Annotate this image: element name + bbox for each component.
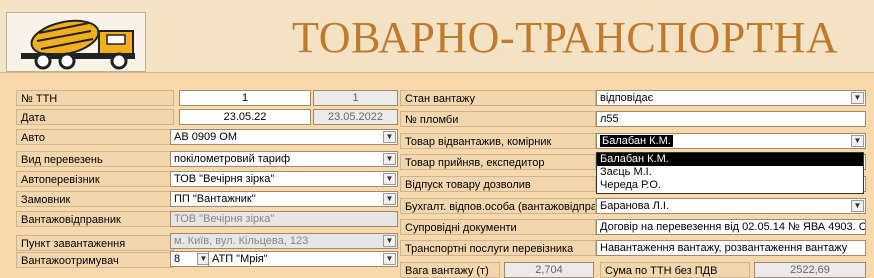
date-value-readonly: 23.05.2022 (313, 109, 398, 125)
docs-input[interactable]: Договір на перевезення від 02.05.14 № ЯВ… (596, 219, 866, 235)
weight-label: Вага вантажу (т) (400, 262, 500, 278)
receiver-label: Вантажоотримувач (16, 252, 174, 268)
date-label: Дата (16, 109, 174, 125)
accountant-label: Бухгалт. відпов.особа (вантажовідпра (400, 198, 596, 214)
cargo-state-label: Стан вантажу (400, 90, 596, 106)
receiver-value: АТП "Мрія" (212, 253, 268, 265)
shipped-by-value: Балабан К.М. (600, 135, 673, 147)
receiver-select[interactable]: АТП "Мрія" ▼ (208, 251, 398, 267)
transport-type-select[interactable]: покілометровий тариф ▼ (170, 151, 398, 167)
customer-select[interactable]: ПП "Вантажник" ▼ (170, 191, 398, 207)
sum-label: Сума по ТТН без ПДВ (600, 262, 750, 278)
load-point-value: м. Київ, вул. Кільцева, 123 (174, 235, 309, 247)
sum-value: 2522,69 (754, 262, 866, 278)
accepted-by-label: Товар прийняв, експедитор (400, 154, 596, 170)
auto-label: Авто (16, 129, 174, 145)
docs-label: Супровідні документи (400, 219, 596, 235)
auto-value: АВ 0909 ОМ (174, 131, 237, 143)
chevron-down-icon[interactable]: ▼ (383, 193, 396, 205)
chevron-down-icon[interactable]: ▼ (383, 153, 396, 165)
dropdown-option-2[interactable]: Заєць М.І. (597, 166, 863, 179)
chevron-down-icon[interactable]: ▼ (383, 131, 396, 143)
chevron-down-icon[interactable]: ▼ (383, 235, 396, 247)
shipped-by-select[interactable]: Балабан К.М. ▼ (596, 133, 866, 149)
dropdown-option-3[interactable]: Череда Р.О. (597, 179, 863, 192)
customer-label: Замовник (16, 191, 174, 207)
services-label: Транспортні послуги перевізника (400, 240, 596, 256)
auto-select[interactable]: АВ 0909 ОМ ▼ (170, 129, 398, 145)
transport-type-value: покілометровий тариф (174, 153, 291, 165)
carrier-label: Автоперевізник (16, 171, 174, 187)
shipped-by-label: Товар відвантажив, комірник (400, 133, 596, 149)
seal-label: № пломби (400, 111, 596, 127)
ttn-label: № ТТН (16, 90, 174, 106)
load-point-label: Пункт завантаження (16, 235, 174, 251)
chevron-down-icon[interactable]: ▼ (851, 200, 864, 212)
receiver-code-select[interactable]: 8 ▼ (170, 251, 212, 267)
receiver-code: 8 (174, 253, 181, 265)
shipper-field: ТОВ "Вечірня зірка" (170, 211, 398, 227)
ttn-value-readonly: 1 (313, 90, 398, 106)
chevron-down-icon[interactable]: ▼ (851, 135, 864, 147)
carrier-select[interactable]: ТОВ "Вечірня зірка" ▼ (170, 171, 398, 187)
dropdown-option-1[interactable]: Балабан К.М. (597, 153, 863, 166)
carrier-value: ТОВ "Вечірня зірка" (174, 173, 275, 185)
accountant-value: Баранова Л.І. (600, 200, 670, 212)
services-input[interactable]: Навантаження вантажу, розвантаження вант… (596, 240, 866, 256)
seal-input[interactable]: л55 (596, 111, 866, 127)
weight-value: 2,704 (504, 262, 594, 278)
shipper-label: Вантажовідправник (16, 211, 174, 227)
cargo-state-select[interactable]: відповідає ▼ (596, 90, 866, 106)
page-title: ТОВАРНО-ТРАНСПОРТНА (292, 13, 839, 62)
allowed-by-label: Відпуск товару дозволив (400, 176, 596, 192)
cargo-state-value: відповідає (600, 92, 654, 104)
shipped-by-dropdown-list: Балабан К.М. Заєць М.І. Череда Р.О. (596, 152, 864, 194)
header: ТОВАРНО-ТРАНСПОРТНА (0, 0, 874, 73)
date-input[interactable]: 23.05.22 (179, 109, 311, 125)
load-point-select[interactable]: м. Київ, вул. Кільцева, 123 ▼ (170, 233, 398, 249)
accountant-select[interactable]: Баранова Л.І. ▼ (596, 198, 866, 214)
chevron-down-icon[interactable]: ▼ (383, 173, 396, 185)
chevron-down-icon[interactable]: ▼ (851, 92, 864, 104)
chevron-down-icon[interactable]: ▼ (383, 253, 396, 265)
concrete-truck-logo (6, 12, 146, 72)
ttn-input[interactable]: 1 (179, 90, 311, 106)
transport-type-label: Вид перевезень (16, 151, 174, 167)
customer-value: ПП "Вантажник" (174, 193, 256, 205)
